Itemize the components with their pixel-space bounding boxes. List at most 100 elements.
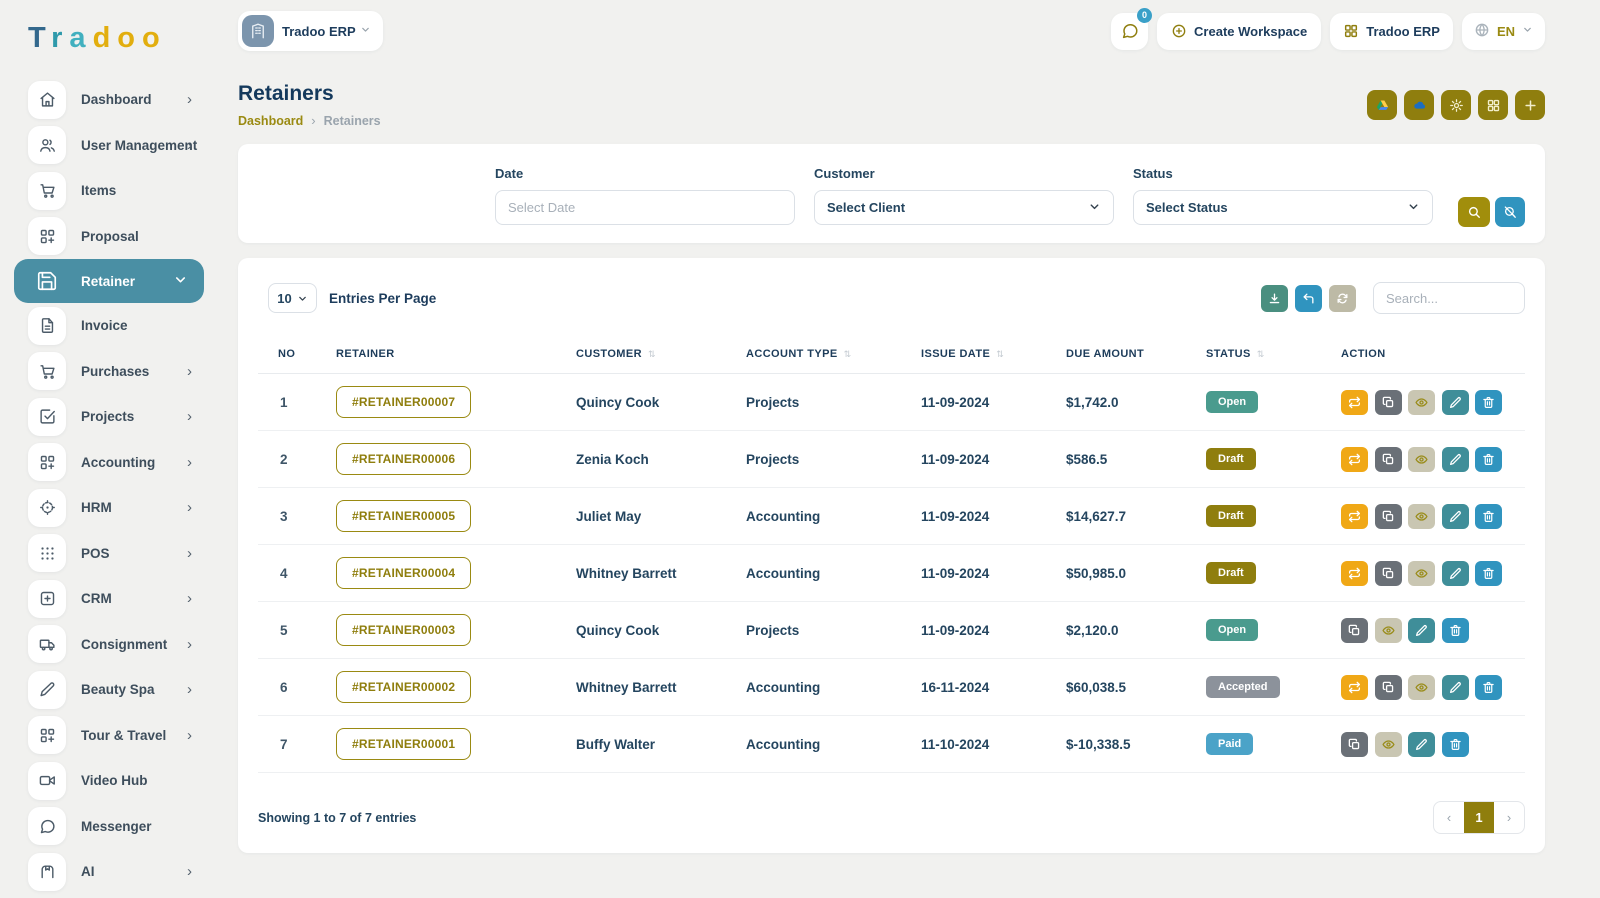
language-selector[interactable]: EN (1462, 13, 1545, 50)
delete-button[interactable] (1442, 618, 1469, 643)
col-issue-date[interactable]: ISSUE DATE⇅ (913, 336, 1058, 374)
google-drive-button[interactable] (1367, 90, 1397, 120)
retainer-number-pill[interactable]: #RETAINER00001 (336, 728, 471, 760)
retainer-number-pill[interactable]: #RETAINER00004 (336, 557, 471, 589)
sidebar-item-dashboard[interactable]: Dashboard › (0, 77, 218, 123)
row-account-type: Projects (738, 602, 913, 659)
col-retainer[interactable]: RETAINER (328, 336, 568, 374)
onedrive-button[interactable] (1404, 90, 1434, 120)
view-button[interactable] (1408, 675, 1435, 700)
duplicate-button[interactable] (1375, 504, 1402, 529)
next-page-button[interactable]: › (1494, 802, 1524, 833)
view-button[interactable] (1375, 618, 1402, 643)
sidebar-item-invoice[interactable]: Invoice (0, 303, 218, 349)
sidebar-item-hrm[interactable]: HRM › (0, 485, 218, 531)
edit-button[interactable] (1442, 504, 1469, 529)
retainer-number-pill[interactable]: #RETAINER00003 (336, 614, 471, 646)
sidebar-item-proposal[interactable]: Proposal (0, 214, 218, 260)
delete-button[interactable] (1475, 675, 1502, 700)
export-button[interactable] (1261, 285, 1288, 312)
sidebar-item-ai[interactable]: AI › (0, 849, 218, 895)
sidebar-item-video-hub[interactable]: Video Hub (0, 758, 218, 804)
current-workspace-button[interactable]: Tradoo ERP (1330, 13, 1453, 50)
sort-icon[interactable]: ⇅ (844, 349, 852, 359)
convert-button[interactable] (1341, 447, 1368, 472)
duplicate-button[interactable] (1375, 561, 1402, 586)
sort-icon[interactable]: ⇅ (996, 349, 1004, 359)
prev-page-button[interactable]: ‹ (1434, 802, 1464, 833)
col-no[interactable]: NO (258, 336, 328, 374)
status-badge: Open (1206, 619, 1258, 641)
edit-button[interactable] (1442, 561, 1469, 586)
delete-button[interactable] (1475, 447, 1502, 472)
convert-button[interactable] (1341, 390, 1368, 415)
undo-button[interactable] (1295, 285, 1322, 312)
entries-per-page-select[interactable]: 10 (268, 283, 317, 313)
sort-icon[interactable]: ⇅ (1257, 349, 1265, 359)
date-input[interactable] (495, 190, 795, 225)
retainer-number-pill[interactable]: #RETAINER00006 (336, 443, 471, 475)
sidebar-item-consignment[interactable]: Consignment › (0, 622, 218, 668)
edit-button[interactable] (1408, 618, 1435, 643)
view-button[interactable] (1408, 561, 1435, 586)
sidebar-item-beauty-spa[interactable]: Beauty Spa › (0, 667, 218, 713)
view-button[interactable] (1408, 447, 1435, 472)
duplicate-button[interactable] (1375, 447, 1402, 472)
target-icon (28, 489, 66, 527)
status-badge: Draft (1206, 562, 1256, 584)
retainer-number-pill[interactable]: #RETAINER00002 (336, 671, 471, 703)
status-select[interactable]: Select Status (1133, 190, 1433, 225)
customer-select[interactable]: Select Client (814, 190, 1114, 225)
edit-button[interactable] (1442, 390, 1469, 415)
retainer-number-pill[interactable]: #RETAINER00005 (336, 500, 471, 532)
breadcrumb-dashboard[interactable]: Dashboard (238, 114, 303, 128)
sidebar-item-pos[interactable]: POS › (0, 531, 218, 577)
delete-button[interactable] (1442, 732, 1469, 757)
edit-button[interactable] (1442, 447, 1469, 472)
convert-button[interactable] (1341, 675, 1368, 700)
edit-button[interactable] (1442, 675, 1469, 700)
filter-clear-button[interactable] (1495, 197, 1525, 227)
delete-button[interactable] (1475, 504, 1502, 529)
trash-icon (1482, 567, 1495, 580)
edit-button[interactable] (1408, 732, 1435, 757)
sort-icon[interactable]: ⇅ (648, 349, 656, 359)
apps-button[interactable] (1478, 90, 1508, 120)
view-button[interactable] (1375, 732, 1402, 757)
sidebar-item-projects[interactable]: Projects › (0, 394, 218, 440)
view-button[interactable] (1408, 390, 1435, 415)
col-status[interactable]: STATUS⇅ (1198, 336, 1333, 374)
create-workspace-button[interactable]: Create Workspace (1157, 13, 1321, 50)
col-customer[interactable]: CUSTOMER⇅ (568, 336, 738, 374)
refresh-button[interactable] (1329, 285, 1356, 312)
col-due-amount[interactable]: DUE AMOUNT (1058, 336, 1198, 374)
convert-button[interactable] (1341, 561, 1368, 586)
sidebar-item-messenger[interactable]: Messenger (0, 804, 218, 850)
sidebar-item-retainer[interactable]: Retainer (14, 259, 204, 303)
sidebar-item-items[interactable]: Items (0, 168, 218, 214)
duplicate-button[interactable] (1341, 732, 1368, 757)
col-account-type[interactable]: ACCOUNT TYPE⇅ (738, 336, 913, 374)
table-search-input[interactable] (1373, 282, 1525, 314)
sidebar-item-user-management[interactable]: User Management › (0, 123, 218, 169)
chat-button[interactable]: 0 (1111, 13, 1148, 50)
sidebar-item-tour-travel[interactable]: Tour & Travel › (0, 713, 218, 759)
filter-search-button[interactable] (1458, 197, 1490, 227)
convert-button[interactable] (1341, 504, 1368, 529)
sidebar-item-accounting[interactable]: Accounting › (0, 440, 218, 486)
duplicate-button[interactable] (1341, 618, 1368, 643)
duplicate-button[interactable] (1375, 675, 1402, 700)
delete-button[interactable] (1475, 390, 1502, 415)
duplicate-button[interactable] (1375, 390, 1402, 415)
settings-button[interactable] (1441, 90, 1471, 120)
page-number[interactable]: 1 (1464, 802, 1494, 833)
delete-button[interactable] (1475, 561, 1502, 586)
retainer-number-pill[interactable]: #RETAINER00007 (336, 386, 471, 418)
sidebar-item-crm[interactable]: CRM › (0, 576, 218, 622)
view-button[interactable] (1408, 504, 1435, 529)
sidebar-item-purchases[interactable]: Purchases › (0, 349, 218, 395)
chevron-right-icon: › (311, 113, 315, 128)
add-button[interactable] (1515, 90, 1545, 120)
trash-icon (1482, 396, 1495, 409)
workspace-selector[interactable]: Tradoo ERP (238, 11, 383, 51)
